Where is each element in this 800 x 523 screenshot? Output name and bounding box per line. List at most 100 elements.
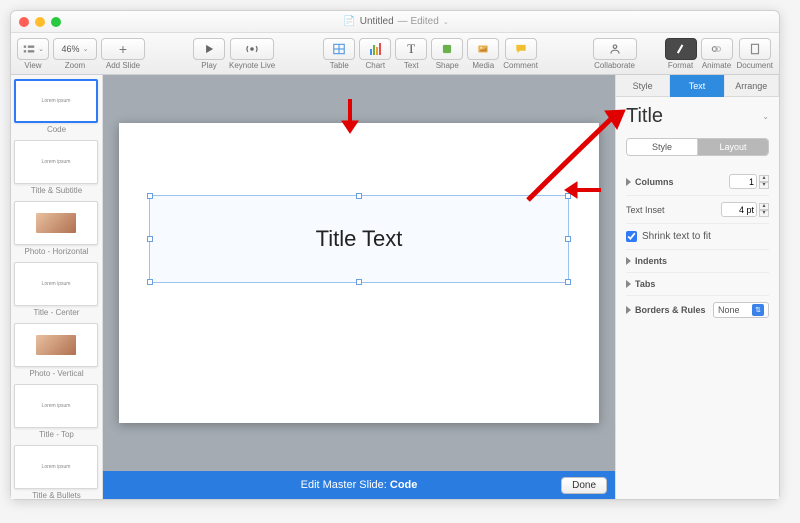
slide-thumbnail[interactable]: Lorem ipsumTitle & Subtitle <box>14 140 99 195</box>
shape-label: Shape <box>436 61 459 70</box>
thumb-label: Code <box>14 125 99 134</box>
columns-row[interactable]: Columns ▴▾ <box>626 168 769 196</box>
collaborate-label: Collaborate <box>594 61 635 70</box>
comment-label: Comment <box>503 61 538 70</box>
step-up[interactable]: ▴ <box>759 175 769 182</box>
resize-handle[interactable] <box>147 279 153 285</box>
slide-thumbnail[interactable]: Lorem ipsumTitle & Bullets <box>14 445 99 499</box>
animate-label: Animate <box>702 61 731 70</box>
shape-button[interactable] <box>431 38 463 60</box>
body: Lorem ipsumCode Lorem ipsumTitle & Subtit… <box>11 75 779 499</box>
paragraph-style-title[interactable]: Title <box>626 105 663 128</box>
zoom-button[interactable]: 46%⌄ <box>53 38 97 60</box>
title-textbox[interactable]: Title Text <box>149 195 569 283</box>
zoom-label: Zoom <box>65 61 85 70</box>
slide-thumbnail[interactable]: Photo - Vertical <box>14 323 99 378</box>
tab-text[interactable]: Text <box>670 75 724 97</box>
columns-stepper[interactable]: ▴▾ <box>729 174 769 189</box>
slide-thumbnail[interactable]: Photo - Horizontal <box>14 201 99 256</box>
done-button[interactable]: Done <box>561 477 607 494</box>
text-label: Text <box>404 61 419 70</box>
thumb-label: Title - Center <box>14 308 99 317</box>
resize-handle[interactable] <box>356 279 362 285</box>
view-label: View <box>24 61 41 70</box>
shrink-text-row[interactable]: Shrink text to fit <box>626 224 769 250</box>
select-caret-icon: ⇅ <box>752 304 764 316</box>
chart-icon <box>370 43 381 55</box>
minimize-icon[interactable] <box>35 17 45 27</box>
inspector: Style Text Arrange Title ⌄ Style Layout … <box>615 75 779 499</box>
table-button[interactable] <box>323 38 355 60</box>
table-label: Table <box>330 61 349 70</box>
resize-handle[interactable] <box>147 236 153 242</box>
chart-button[interactable] <box>359 38 391 60</box>
play-button[interactable] <box>193 38 225 60</box>
window-title-text: Untitled <box>360 16 394 27</box>
window-title: 📄 Untitled — Edited ⌄ <box>61 16 731 27</box>
borders-select[interactable]: None⇅ <box>713 302 769 318</box>
disclosure-icon[interactable] <box>626 257 631 265</box>
thumb-label: Title & Bullets <box>14 491 99 499</box>
indents-row[interactable]: Indents <box>626 250 769 273</box>
zoom-value: 46% <box>62 44 80 54</box>
fullscreen-icon[interactable] <box>51 17 61 27</box>
columns-input[interactable] <box>729 174 757 189</box>
resize-handle[interactable] <box>147 193 153 199</box>
resize-handle[interactable] <box>565 279 571 285</box>
shrink-text-checkbox[interactable] <box>626 231 637 242</box>
chevron-down-icon[interactable]: ⌄ <box>762 112 769 121</box>
step-down[interactable]: ▾ <box>759 182 769 189</box>
text-subtabs: Style Layout <box>626 138 769 156</box>
view-button[interactable]: ⌄ <box>17 38 49 60</box>
add-slide-button[interactable]: + <box>101 38 145 60</box>
window: 📄 Untitled — Edited ⌄ ⌄ View 46%⌄ Zoom +… <box>10 10 780 500</box>
media-button[interactable] <box>467 38 499 60</box>
disclosure-icon[interactable] <box>626 306 631 314</box>
chevron-down-icon[interactable]: ⌄ <box>443 18 449 26</box>
title-text: Title Text <box>316 226 403 252</box>
shrink-text-label: Shrink text to fit <box>642 231 711 242</box>
canvas-area: Title Text Edit Master Slide: Code Done <box>103 75 615 499</box>
step-down[interactable]: ▾ <box>759 210 769 217</box>
animate-button[interactable] <box>701 38 733 60</box>
media-label: Media <box>472 61 494 70</box>
slide[interactable]: Title Text <box>119 123 599 423</box>
chart-label: Chart <box>365 61 385 70</box>
slide-thumbnail[interactable]: Lorem ipsumTitle - Top <box>14 384 99 439</box>
subtab-layout[interactable]: Layout <box>698 139 768 155</box>
subtab-style[interactable]: Style <box>627 139 698 155</box>
tab-style[interactable]: Style <box>616 75 670 97</box>
format-button[interactable] <box>665 38 697 60</box>
resize-handle[interactable] <box>565 193 571 199</box>
slide-navigator[interactable]: Lorem ipsumCode Lorem ipsumTitle & Subtit… <box>11 75 103 499</box>
slide-thumbnail[interactable]: Lorem ipsumTitle - Center <box>14 262 99 317</box>
close-icon[interactable] <box>19 17 29 27</box>
play-label: Play <box>201 61 217 70</box>
collaborate-button[interactable] <box>593 38 637 60</box>
resize-handle[interactable] <box>356 193 362 199</box>
tabs-row[interactable]: Tabs <box>626 273 769 296</box>
thumb-label: Title & Subtitle <box>14 186 99 195</box>
borders-row[interactable]: Borders & Rules None⇅ <box>626 296 769 324</box>
tab-arrange[interactable]: Arrange <box>725 75 779 97</box>
keynote-live-button[interactable] <box>230 38 274 60</box>
master-msg: Edit Master Slide: Code <box>301 479 418 491</box>
text-button[interactable]: T <box>395 38 427 60</box>
document-button[interactable] <box>739 38 771 60</box>
text-inset-row: Text Inset ▴▾ <box>626 196 769 224</box>
text-inset-stepper[interactable]: ▴▾ <box>721 202 769 217</box>
disclosure-icon[interactable] <box>626 280 631 288</box>
slide-thumbnail[interactable]: Lorem ipsumCode <box>14 79 99 134</box>
comment-button[interactable] <box>505 38 537 60</box>
step-up[interactable]: ▴ <box>759 203 769 210</box>
window-edited: — Edited <box>398 16 439 27</box>
thumb-label: Title - Top <box>14 430 99 439</box>
thumb-label: Photo - Vertical <box>14 369 99 378</box>
format-label: Format <box>668 61 693 70</box>
canvas[interactable]: Title Text <box>103 75 615 471</box>
text-inset-input[interactable] <box>721 202 757 217</box>
titlebar: 📄 Untitled — Edited ⌄ <box>11 11 779 33</box>
resize-handle[interactable] <box>565 236 571 242</box>
disclosure-icon[interactable] <box>626 178 631 186</box>
toolbar: ⌄ View 46%⌄ Zoom + Add Slide Play Keynot… <box>11 33 779 75</box>
